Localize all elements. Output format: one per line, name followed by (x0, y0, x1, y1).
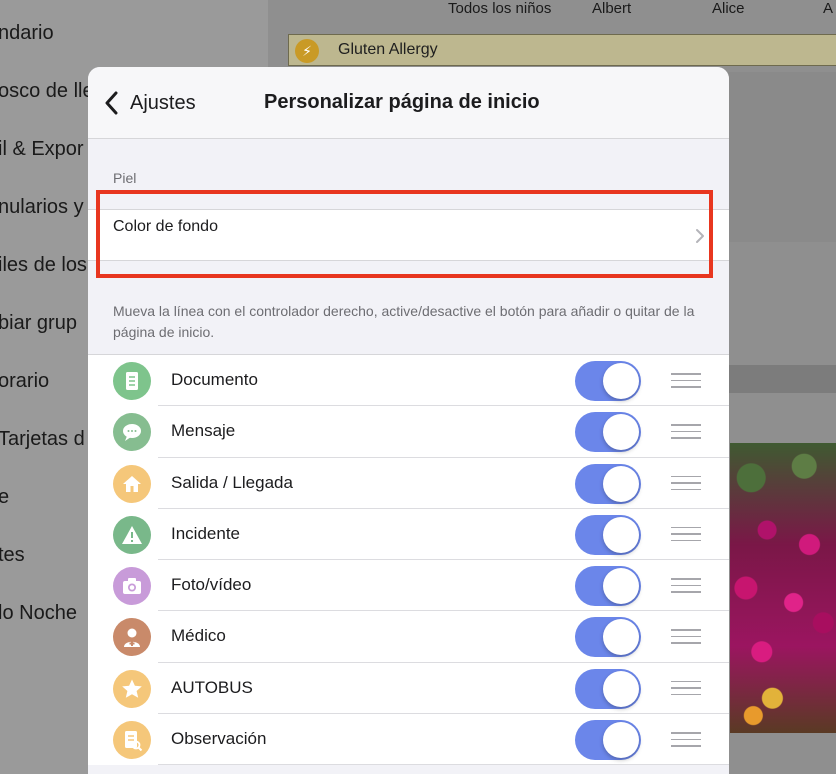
navigation-bar: Ajustes Personalizar página de inicio (88, 67, 729, 139)
toggle-knob (603, 568, 639, 605)
background-color-label: Color de fondo (113, 218, 218, 235)
list-item-label: Médico (171, 626, 226, 646)
chevron-right-icon (696, 229, 704, 243)
visibility-toggle[interactable] (575, 412, 641, 453)
visibility-toggle[interactable] (575, 361, 641, 401)
list-item-label: Observación (171, 729, 267, 749)
list-item: Salida / Llegada (88, 458, 729, 510)
toggle-knob (603, 363, 639, 399)
visibility-toggle[interactable] (575, 720, 641, 761)
bg-sidebar-item: orario (0, 370, 50, 392)
reorder-handle-icon[interactable] (671, 578, 701, 594)
page-title: Personalizar página de inicio (264, 91, 540, 113)
warning-icon (113, 515, 151, 554)
bg-header-row: Todos los niños Albert Alice A (268, 0, 836, 22)
camera-icon (113, 567, 151, 606)
list-item: Incidente (88, 509, 729, 561)
list-item: Mensaje (88, 406, 729, 458)
list-item: AUTOBUS (88, 663, 729, 715)
observation-icon (113, 721, 151, 760)
bg-sidebar-item: iles de los (0, 254, 87, 276)
bg-allergy-label: Gluten Allergy (338, 41, 438, 58)
bg-sidebar-item: osco de lle (0, 80, 94, 102)
toggle-knob (603, 516, 639, 553)
flower-photo (730, 443, 836, 733)
list-item-label: Mensaje (171, 421, 236, 441)
toggle-knob (603, 465, 639, 502)
document-icon (113, 362, 151, 400)
skin-section-header: Piel (113, 170, 137, 186)
message-icon (113, 413, 151, 452)
lightning-icon: ⚡ (295, 39, 319, 63)
doctor-icon (113, 618, 151, 657)
bg-panel (728, 365, 836, 393)
bg-sidebar-item: nularios y (0, 196, 84, 218)
toggle-knob (603, 414, 639, 451)
bg-sidebar-item: ndario (0, 22, 54, 44)
instructions-text: Mueva la línea con el controlador derech… (113, 303, 695, 340)
list-item-label: Documento (171, 370, 258, 389)
visibility-toggle[interactable] (575, 463, 641, 504)
list-item-label: AUTOBUS (171, 677, 253, 697)
reorder-handle-icon[interactable] (671, 629, 701, 645)
reorder-handle-icon[interactable] (671, 732, 701, 748)
bg-column-header: Todos los niños (448, 0, 552, 17)
list-item: Foto/vídeo (88, 560, 729, 612)
back-button-label: Ajustes (130, 91, 196, 114)
list-item-label: Foto/vídeo (171, 575, 252, 595)
chevron-left-icon (105, 91, 118, 115)
bg-column-header: Alice (712, 0, 745, 17)
list-item-label: Incidente (171, 523, 240, 543)
background-color-row[interactable]: Color de fondo (88, 209, 729, 261)
bg-sidebar-item: lo Noche (0, 602, 77, 624)
list-item: Documento (88, 355, 729, 407)
visibility-toggle[interactable] (575, 566, 641, 607)
bg-allergy-banner: ⚡ Gluten Allergy (288, 34, 836, 66)
bg-column-header: A (823, 0, 834, 17)
toggle-knob (603, 670, 639, 707)
toggle-knob (603, 722, 639, 759)
bg-column-header: Albert (592, 0, 632, 17)
list-item-label: Salida / Llegada (171, 472, 293, 492)
reorder-handle-icon[interactable] (671, 475, 701, 492)
reorder-handle-icon[interactable] (671, 424, 701, 440)
bg-sidebar-item: Tarjetas d (0, 428, 85, 450)
toggle-knob (603, 619, 639, 656)
reorder-handle-icon[interactable] (671, 680, 701, 697)
home-items-list: Documento Mensaje Salida / Llegada Incident… (88, 354, 729, 766)
visibility-toggle[interactable] (575, 514, 641, 555)
list-item: Médico (88, 611, 729, 664)
list-item: Observación (88, 714, 729, 766)
bg-sidebar-item: biar grup (0, 312, 77, 334)
bg-sidebar-item: e (0, 486, 10, 508)
home-icon (113, 464, 151, 503)
back-button[interactable]: Ajustes (104, 87, 196, 119)
bg-panel (728, 72, 836, 242)
visibility-toggle[interactable] (575, 617, 641, 658)
reorder-handle-icon[interactable] (671, 373, 701, 389)
star-icon (113, 669, 151, 708)
visibility-toggle[interactable] (575, 668, 641, 709)
bg-sidebar-item: il & Expor (0, 138, 84, 160)
customize-home-modal: Ajustes Personalizar página de inicio Pi… (88, 67, 729, 774)
reorder-handle-icon[interactable] (671, 526, 701, 543)
bg-sidebar-item: tes (0, 544, 25, 566)
